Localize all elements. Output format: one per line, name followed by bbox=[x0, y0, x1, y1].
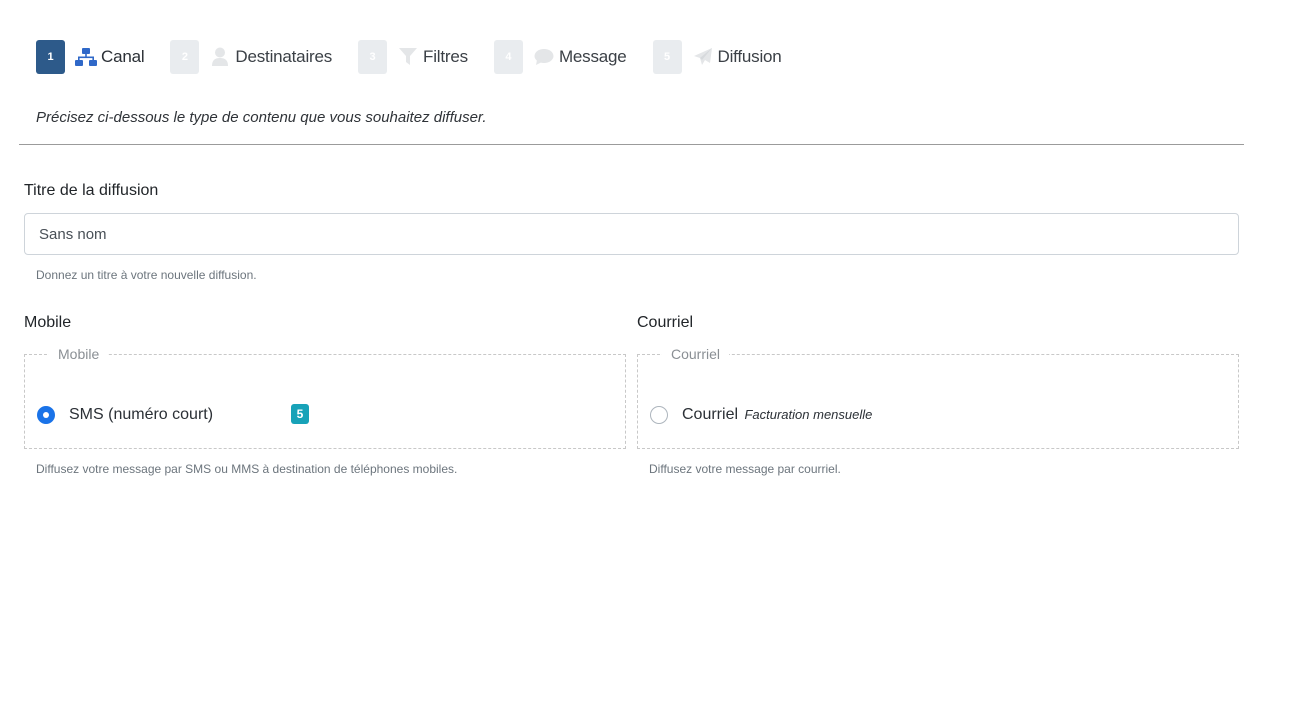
courriel-fieldset: Courriel Courriel Facturation mensuelle bbox=[637, 346, 1239, 449]
user-icon bbox=[209, 46, 231, 68]
step-number: 2 bbox=[170, 40, 200, 74]
step-label: Canal bbox=[101, 47, 145, 66]
step-message[interactable]: 4 Message bbox=[493, 40, 627, 74]
step-diffusion[interactable]: 5 Diffusion bbox=[652, 40, 782, 74]
step-label: Filtres bbox=[423, 47, 468, 66]
sms-option[interactable]: SMS (numéro court) bbox=[37, 406, 213, 424]
filter-icon bbox=[397, 46, 419, 68]
intro-text: Précisez ci-dessous le type de contenu q… bbox=[36, 109, 487, 126]
step-destinataires[interactable]: 2 Destinataires bbox=[170, 40, 332, 74]
courriel-option[interactable]: Courriel Facturation mensuelle bbox=[650, 406, 872, 424]
sms-radio[interactable] bbox=[37, 406, 55, 424]
step-number: 3 bbox=[358, 40, 388, 74]
courriel-label-text: Courriel bbox=[682, 406, 739, 423]
sitemap-icon bbox=[75, 46, 97, 68]
step-label: Message bbox=[558, 47, 627, 66]
step-number: 4 bbox=[493, 40, 523, 74]
sms-label[interactable]: SMS (numéro court) bbox=[69, 406, 213, 424]
courriel-heading: Courriel bbox=[637, 314, 694, 331]
courriel-billing-note: Facturation mensuelle bbox=[744, 407, 873, 422]
mobile-legend: Mobile bbox=[58, 346, 100, 362]
divider bbox=[19, 144, 1244, 145]
mobile-help-text: Diffusez votre message par SMS ou MMS à … bbox=[36, 462, 458, 476]
step-number: 1 bbox=[36, 40, 65, 74]
step-canal[interactable]: 1 Canal bbox=[36, 40, 145, 74]
step-label: Diffusion bbox=[717, 47, 782, 66]
paper-plane-icon bbox=[692, 46, 714, 68]
courriel-legend: Courriel bbox=[671, 346, 721, 362]
step-filtres[interactable]: 3 Filtres bbox=[358, 40, 468, 74]
sms-count-badge: 5 bbox=[291, 404, 309, 424]
title-field-label: Titre de la diffusion bbox=[24, 182, 159, 199]
wizard-steps: 1 Canal 2 Destinataires 3 Filtres 4 Mess… bbox=[36, 40, 808, 74]
mobile-heading: Mobile bbox=[24, 314, 72, 331]
step-number: 5 bbox=[652, 40, 682, 74]
mobile-fieldset: Mobile SMS (numéro court) 5 bbox=[24, 346, 626, 449]
title-input[interactable] bbox=[24, 213, 1239, 255]
courriel-label[interactable]: Courriel Facturation mensuelle bbox=[682, 406, 872, 424]
comment-icon bbox=[533, 46, 555, 68]
courriel-help-text: Diffusez votre message par courriel. bbox=[649, 462, 841, 476]
step-label: Destinataires bbox=[235, 47, 333, 66]
courriel-radio[interactable] bbox=[650, 406, 668, 424]
title-help-text: Donnez un titre à votre nouvelle diffusi… bbox=[36, 268, 257, 282]
